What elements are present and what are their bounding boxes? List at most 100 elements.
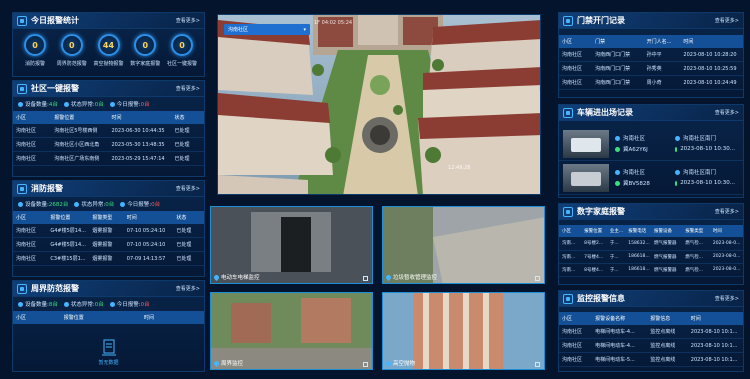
- location-pin-icon: [212, 273, 221, 281]
- monitor-table: 小区 报警设备名称 报警信息 时间 沟南社区 电梯间电动车-4... 监控点离线 2023-…: [559, 312, 743, 367]
- table-row[interactable]: 沟南社区 C3#楼15层1... 烟雾报警 07-09 14:13:57 已处理: [13, 252, 204, 266]
- shield-icon: [17, 283, 27, 294]
- one-key-stats: 设备数量:4台 状态异常:0台 今日报警:0台: [13, 97, 204, 111]
- today-alarm-title: 今日报警统计: [31, 16, 79, 25]
- one-key-table: 小区 报警位置 时间 状态 沟南社区 沟南社区5号楼西侧 2023-06-30 10:44…: [13, 111, 204, 166]
- clock-icon: [675, 180, 678, 186]
- table-row[interactable]: 沟南... 8号楼2... 于... 158632... 燃气报警器 燃气检... 2023…: [559, 237, 743, 250]
- perimeter-alarm-panel: 周界防范报警 查看更多> 设备数量:8台 状态异常:0台 今日报警:0台 小区报…: [12, 280, 205, 372]
- gate-icon: [675, 135, 680, 141]
- table-row[interactable]: 沟南社区 沟南社区5号楼西侧 2023-06-30 10:44:35 已处理: [13, 124, 204, 138]
- vehicle-snapshot: [563, 163, 609, 192]
- home-icon: [563, 206, 573, 217]
- camera-icon: [563, 293, 573, 304]
- monitor-title: 监控报警信息: [577, 294, 625, 303]
- bell-icon: [17, 83, 27, 94]
- alarm-stat-one-key[interactable]: 0 社区一键报警: [166, 34, 198, 67]
- community-select[interactable]: 沟南社区 ▾: [224, 24, 310, 35]
- fire-stats: 设备数量:2682台 状态异常:0台 今日报警:0台: [13, 197, 204, 211]
- clock-icon: [675, 146, 678, 152]
- device-icon: [18, 102, 23, 107]
- digital-home-title: 数字家庭报警: [577, 207, 625, 216]
- camera-feed-4[interactable]: 高空抛物: [382, 292, 545, 370]
- warning-icon: [63, 302, 69, 307]
- fullscreen-icon[interactable]: [363, 276, 368, 281]
- empty-state: 暂无数据: [13, 339, 204, 366]
- empty-data-icon: [101, 339, 116, 356]
- alarm-stat-perimeter[interactable]: 0 周界防范报警: [56, 34, 88, 67]
- warning-icon: [63, 102, 69, 107]
- alarm-stat-digital-home[interactable]: 0 数字家庭报警: [129, 34, 161, 67]
- perimeter-more-link[interactable]: 查看更多>: [176, 285, 200, 292]
- plate-icon: [615, 180, 620, 186]
- table-row[interactable]: 沟南社区 沟南社区广场东南侧 2023-05-29 15:47:14 已处理: [13, 152, 204, 166]
- perimeter-stats: 设备数量:8台 状态异常:0台 今日报警:0台: [13, 297, 204, 311]
- perimeter-title: 周界防范报警: [31, 284, 79, 293]
- fire-alarm-panel: 消防报警 查看更多> 设备数量:2682台 状态异常:0台 今日报警:0台 小区…: [12, 180, 205, 277]
- access-title: 门禁开门记录: [577, 16, 625, 25]
- car-icon: [563, 107, 573, 118]
- access-panel: 门禁开门记录 查看更多> 小区 门禁 开门人名... 时间 沟南社区 沟南西门口门禁 孙中…: [558, 12, 744, 98]
- plate-icon: [615, 146, 620, 152]
- door-icon: [563, 15, 573, 26]
- table-row[interactable]: 沟南社区 G4#楼5层14... 烟雾报警 07-10 05:24:10 已处理: [13, 238, 204, 252]
- table-row[interactable]: 沟南社区 沟南西门口门禁 周小奇 2023-08-10 10:24:49: [559, 76, 743, 90]
- fullscreen-icon[interactable]: [363, 362, 368, 367]
- device-icon: [18, 202, 23, 207]
- fire-title: 消防报警: [31, 184, 63, 193]
- alarm-icon: [109, 302, 115, 307]
- perimeter-table: 小区 报警位置 时间: [13, 311, 204, 324]
- fire-more-link[interactable]: 查看更多>: [176, 185, 200, 192]
- table-row[interactable]: 沟南社区 电梯间电动车-4... 监控点离线 2023-08-10 10:1...: [559, 339, 743, 353]
- today-alarm-more-link[interactable]: 查看更多>: [176, 17, 200, 24]
- warning-icon: [74, 202, 80, 207]
- chevron-down-icon: ▾: [303, 26, 306, 33]
- one-key-alarm-panel: 社区一键报警 查看更多> 设备数量:4台 状态异常:0台 今日报警:0台 小区报…: [12, 80, 205, 177]
- fullscreen-icon[interactable]: [535, 362, 540, 367]
- access-more-link[interactable]: 查看更多>: [715, 17, 739, 24]
- camera-feed-1[interactable]: 电动车电梯监控: [210, 206, 373, 284]
- fullscreen-icon[interactable]: [535, 276, 540, 281]
- alarm-stat-fire[interactable]: 0 消防报警: [19, 34, 51, 67]
- vehicle-record[interactable]: 沟南社区 沟南社区南门 冀A62Y6J 2023-08-10 10:30...: [559, 127, 743, 161]
- fire-icon: [17, 183, 27, 194]
- vehicle-snapshot: [563, 129, 609, 158]
- aerial-photo: [218, 15, 540, 194]
- aerial-view[interactable]: 沟南社区 ▾ 1F 04:02 05:24 12:49:28: [217, 14, 541, 195]
- table-row[interactable]: 沟南社区 沟南西门口门禁 孙秀英 2023-08-10 10:25:59: [559, 62, 743, 76]
- digital-home-table: 小区 报警位置 业主... 报警电话 报警设备 报警类型 时间 沟南... 8号楼2... 于.…: [559, 225, 743, 277]
- table-row[interactable]: 沟南社区 电梯间电动车-4... 监控点离线 2023-08-10 10:1...: [559, 325, 743, 339]
- vehicle-title: 车辆进出场记录: [577, 108, 633, 117]
- gate-icon: [675, 169, 680, 175]
- alarm-icon: [109, 102, 115, 107]
- monitor-alarm-panel: 监控报警信息 查看更多> 小区 报警设备名称 报警信息 时间 沟南社区 电梯间电动车-4…: [558, 290, 744, 372]
- table-row[interactable]: 沟南社区 沟南西门口门禁 孙中平 2023-08-10 10:28:20: [559, 48, 743, 62]
- vehicle-more-link[interactable]: 查看更多>: [715, 109, 739, 116]
- one-key-more-link[interactable]: 查看更多>: [176, 85, 200, 92]
- today-alarm-panel: 今日报警统计 查看更多> 0 消防报警 0 周界防范报警 44 高空抛物报警 0 数字家…: [12, 12, 205, 77]
- alarm-icon: [120, 202, 126, 207]
- fire-table: 小区 报警位置 报警类型 时间 状态 沟南社区 G4#楼5层14... 烟雾报警 07-10 …: [13, 211, 204, 266]
- location-icon: [615, 169, 620, 175]
- today-alarm-header: 今日报警统计 查看更多>: [13, 13, 204, 29]
- vehicle-panel: 车辆进出场记录 查看更多> 沟南社区 沟南社区南门 冀A62Y6J 2023-0…: [558, 104, 744, 198]
- table-row[interactable]: 沟南... 7号楼4... 于... 186618... 燃气报警器 燃气检... 2023…: [559, 250, 743, 263]
- table-row[interactable]: 沟南社区 沟南社区小区西北角 2023-05-30 13:48:35 已处理: [13, 138, 204, 152]
- location-pin-icon: [384, 273, 393, 281]
- camera-feed-3[interactable]: 周界监控: [210, 292, 373, 370]
- vehicle-record[interactable]: 沟南社区 沟南社区南门 冀BV5828 2023-08-10 10:30...: [559, 161, 743, 195]
- digital-home-more-link[interactable]: 查看更多>: [715, 208, 739, 215]
- location-icon: [615, 135, 620, 141]
- digital-home-panel: 数字家庭报警 查看更多> 小区 报警位置 业主... 报警电话 报警设备 报警类型 时间 沟…: [558, 203, 744, 285]
- camera-feed-2[interactable]: 垃圾暂收管理监控: [382, 206, 545, 284]
- table-row[interactable]: 沟南... 8号楼4... 于... 186618... 燃气报警器 燃气检... 2023…: [559, 263, 743, 276]
- chart-icon: [17, 15, 27, 26]
- location-pin-icon: [384, 359, 393, 367]
- table-row[interactable]: 沟南社区 电梯间电动车-5... 监控点离线 2023-08-10 10:1...: [559, 353, 743, 367]
- table-row[interactable]: 沟南社区 G4#楼5层14... 烟雾报警 07-10 05:24:10 已处理: [13, 224, 204, 238]
- alarm-stat-high-throw[interactable]: 44 高空抛物报警: [93, 34, 125, 67]
- access-table: 小区 门禁 开门人名... 时间 沟南社区 沟南西门口门禁 孙中平 2023-08-10 1…: [559, 35, 743, 90]
- location-pin-icon: [212, 359, 221, 367]
- monitor-more-link[interactable]: 查看更多>: [715, 295, 739, 302]
- device-icon: [18, 302, 23, 307]
